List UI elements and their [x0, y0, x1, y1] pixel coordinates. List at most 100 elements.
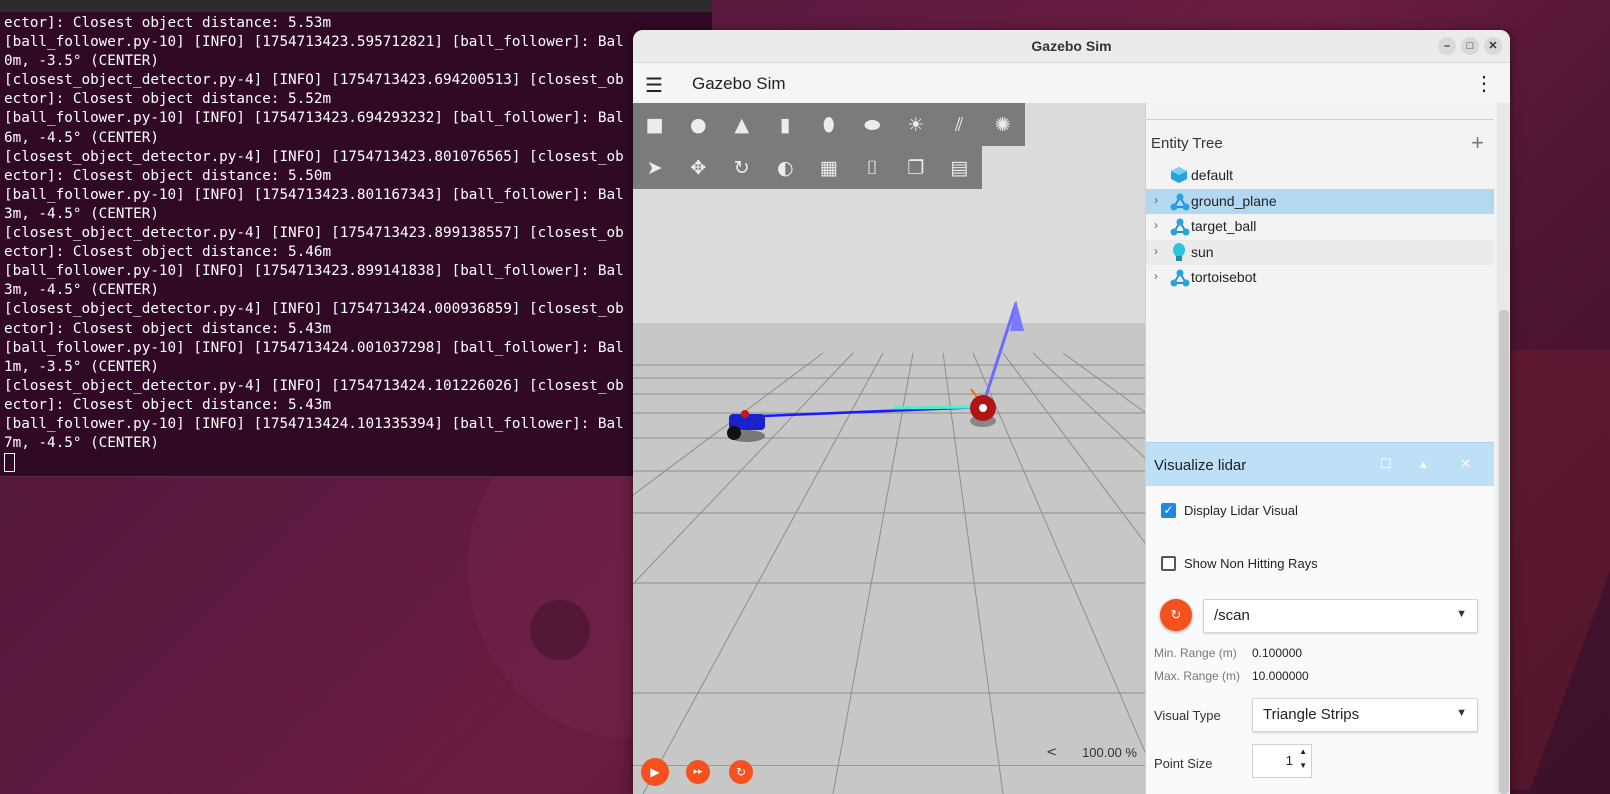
- tree-item-tortoisebot[interactable]: › tortoisebot: [1146, 265, 1494, 291]
- translate-icon[interactable]: ✥: [677, 146, 721, 189]
- show-non-hitting-label: Show Non Hitting Rays: [1184, 556, 1318, 571]
- terminal-cursor: [4, 453, 15, 473]
- terminal-line: ector]: Closest object distance: 5.50m: [4, 167, 332, 184]
- terminal-line: [closest_object_detector.py-4] [INFO] [1…: [4, 377, 624, 394]
- sun-light-icon[interactable]: ☀: [894, 103, 938, 146]
- entity-tree: default › ground_plane › target_ball › sun › tor…: [1146, 163, 1494, 291]
- expand-chevron-icon[interactable]: ›: [1154, 269, 1158, 283]
- camera-icon[interactable]: ⌷: [851, 146, 895, 189]
- tree-item-target-ball[interactable]: › target_ball: [1146, 214, 1494, 240]
- tree-item-sun[interactable]: › sun: [1146, 239, 1494, 265]
- entity-tree-title: Entity Tree: [1151, 135, 1223, 152]
- tree-item-label: default: [1191, 167, 1234, 183]
- ellipsoid-icon[interactable]: ⬬: [851, 103, 895, 146]
- terminal-line: ector]: Closest object distance: 5.52m: [4, 91, 332, 108]
- topic-select[interactable]: /scan ▼: [1203, 599, 1478, 633]
- scene-viewport[interactable]: ■ ● ▲ ▮ ⬮ ⬬ ☀ ⫽ ✺ ➤ ✥ ↻ ◐ ▦ ⌷ ❐ ▤ ▶ ▸▸ ↻ < 100.00 %: [633, 103, 1145, 794]
- playback-divider: [633, 765, 1145, 766]
- expand-chevron-icon[interactable]: ›: [1154, 218, 1158, 232]
- max-range-value: 10.000000: [1252, 669, 1309, 683]
- add-entity-icon[interactable]: +: [1471, 130, 1484, 156]
- point-size-spinbox[interactable]: 1 ▲ ▼: [1252, 744, 1312, 778]
- model-icon: [1170, 217, 1190, 237]
- close-plugin-icon[interactable]: ✕: [1460, 456, 1471, 472]
- terminal-line: [ball_follower.py-10] [INFO] [1754713423…: [4, 263, 624, 280]
- window-titlebar[interactable]: Gazebo Sim – □ ✕: [633, 30, 1510, 63]
- terminal-line: [ball_follower.py-10] [INFO] [1754713424…: [4, 339, 624, 356]
- directional-light-icon[interactable]: ⫽: [938, 103, 982, 146]
- expand-chevron-icon[interactable]: ›: [1154, 193, 1158, 207]
- rotate-icon[interactable]: ↻: [720, 146, 764, 189]
- grid-icon[interactable]: ▦: [807, 146, 851, 189]
- right-panel: Entity Tree + default › ground_plane › targe…: [1145, 103, 1510, 794]
- terminal-output: ector]: Closest object distance: 5.53m […: [0, 12, 712, 475]
- minimize-button[interactable]: –: [1438, 37, 1456, 55]
- display-lidar-label: Display Lidar Visual: [1184, 503, 1298, 518]
- terminal-line: ector]: Closest object distance: 5.43m: [4, 396, 332, 413]
- close-button[interactable]: ✕: [1484, 37, 1502, 55]
- wallpaper-shape: [530, 600, 590, 660]
- maximize-button[interactable]: □: [1461, 37, 1479, 55]
- display-lidar-checkbox[interactable]: ✓: [1161, 503, 1176, 518]
- tree-item-ground-plane[interactable]: › ground_plane: [1146, 188, 1494, 214]
- tree-item-default[interactable]: default: [1146, 163, 1494, 189]
- reset-button[interactable]: ↻: [729, 760, 753, 784]
- reset-icon: ↻: [735, 765, 747, 779]
- undock-icon[interactable]: ☐: [1380, 456, 1392, 472]
- rtf-toggle-icon[interactable]: <: [1046, 745, 1057, 760]
- tree-item-label: tortoisebot: [1191, 269, 1257, 285]
- terminal-titlebar[interactable]: [0, 0, 712, 12]
- shape-toolbar: ■ ● ▲ ▮ ⬮ ⬬ ☀ ⫽ ✺: [633, 103, 1025, 146]
- min-range-label: Min. Range (m): [1154, 646, 1237, 660]
- play-icon: ▶: [650, 765, 660, 779]
- chevron-down-icon: ▼: [1456, 608, 1467, 620]
- hamburger-menu-icon[interactable]: ☰: [645, 73, 663, 98]
- refresh-topics-button[interactable]: ↻: [1160, 599, 1192, 631]
- expand-chevron-icon[interactable]: ›: [1154, 244, 1158, 258]
- collapse-icon[interactable]: ▴: [1420, 456, 1427, 472]
- model-icon: [1170, 192, 1190, 212]
- snap-icon[interactable]: ◐: [764, 146, 808, 189]
- cylinder-icon[interactable]: ▮: [764, 103, 808, 146]
- spin-down-icon[interactable]: ▼: [1299, 761, 1307, 770]
- entity-tree-header: Entity Tree +: [1146, 119, 1494, 160]
- step-button[interactable]: ▸▸: [686, 760, 710, 784]
- terminal-line: 3m, -4.5° (CENTER): [4, 205, 159, 222]
- window-title: Gazebo Sim: [1031, 38, 1112, 54]
- terminal-line: ector]: Closest object distance: 5.43m: [4, 320, 332, 337]
- terminal-line: ector]: Closest object distance: 5.53m: [4, 15, 332, 31]
- visual-type-select[interactable]: Triangle Strips ▼: [1252, 698, 1478, 732]
- visualize-lidar-body: ✓ Display Lidar Visual Show Non Hitting …: [1146, 486, 1494, 794]
- scrollbar-thumb[interactable]: [1499, 310, 1509, 794]
- select-arrow-icon[interactable]: ➤: [633, 146, 677, 189]
- terminal-line: [ball_follower.py-10] [INFO] [1754713423…: [4, 110, 624, 127]
- terminal-line: 1m, -3.5° (CENTER): [4, 358, 159, 375]
- cone-icon[interactable]: ▲: [720, 103, 764, 146]
- spot-light-icon[interactable]: ✺: [981, 103, 1025, 146]
- more-options-icon[interactable]: ⋮: [1474, 71, 1494, 96]
- terminal-line: [closest_object_detector.py-4] [INFO] [1…: [4, 72, 624, 89]
- tree-item-label: sun: [1191, 243, 1214, 260]
- show-non-hitting-checkbox[interactable]: [1161, 556, 1176, 571]
- max-range-label: Max. Range (m): [1154, 669, 1241, 683]
- model-icon: [1170, 268, 1190, 288]
- point-size-label: Point Size: [1154, 756, 1213, 771]
- transform-toolbar: ➤ ✥ ↻ ◐ ▦ ⌷ ❐ ▤: [633, 146, 982, 189]
- box-icon[interactable]: ■: [633, 103, 677, 146]
- topic-value: /scan: [1214, 607, 1250, 624]
- play-button[interactable]: ▶: [641, 758, 669, 786]
- copy-icon[interactable]: ❐: [894, 146, 938, 189]
- visualize-lidar-header: Visualize lidar ☐ ▴ ✕: [1146, 442, 1494, 487]
- point-size-value: 1: [1285, 753, 1293, 768]
- visual-type-value: Triangle Strips: [1263, 706, 1360, 723]
- terminal-window[interactable]: ector]: Closest object distance: 5.53m […: [0, 0, 712, 477]
- terminal-line: 0m, -3.5° (CENTER): [4, 53, 159, 70]
- capsule-icon[interactable]: ⬮: [807, 103, 851, 146]
- visualize-lidar-title: Visualize lidar: [1154, 457, 1247, 474]
- spin-up-icon[interactable]: ▲: [1299, 747, 1307, 756]
- panel-scrollbar[interactable]: [1497, 103, 1510, 794]
- app-bar: ☰ Gazebo Sim ⋮: [633, 63, 1510, 104]
- paste-icon[interactable]: ▤: [938, 146, 982, 189]
- sphere-icon[interactable]: ●: [677, 103, 721, 146]
- tree-item-label: target_ball: [1191, 218, 1257, 234]
